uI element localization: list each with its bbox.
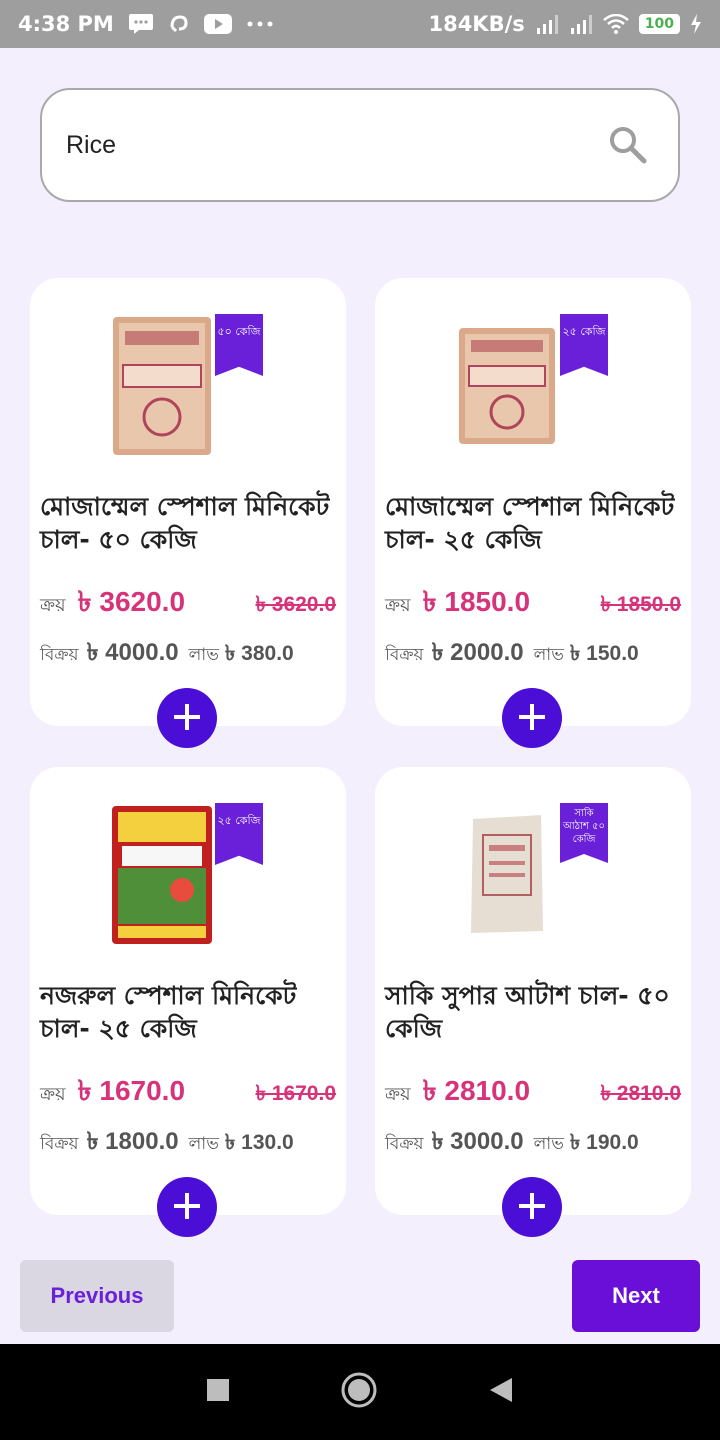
add-to-cart-button[interactable] <box>502 688 562 748</box>
weight-badge: ২৫ কেজি <box>560 314 608 376</box>
profit-value: ৳ 380.0 <box>224 642 294 665</box>
plus-icon <box>172 696 202 740</box>
product-image <box>102 801 222 949</box>
add-to-cart-button[interactable] <box>502 1177 562 1237</box>
battery-icon: 100 <box>638 14 680 34</box>
message-icon <box>128 13 154 35</box>
system-nav-bar <box>0 1344 720 1440</box>
profit-label: লাভ <box>533 1134 564 1154</box>
profit-value: ৳ 150.0 <box>569 642 639 665</box>
product-card[interactable]: ২৫ কেজি নজরুল স্পেশাল মিনিকেট চাল- ২৫ কে… <box>30 767 346 1237</box>
sell-price: ৳ 1800.0 <box>86 1128 179 1155</box>
add-to-cart-button[interactable] <box>157 688 217 748</box>
search-input[interactable] <box>66 130 608 160</box>
more-icon <box>246 20 274 28</box>
buy-row: ক্রয় ৳ 1670.0 ৳ 1670.0 <box>40 1069 336 1116</box>
previous-button[interactable]: Previous <box>20 1260 174 1332</box>
buy-row: ক্রয় ৳ 3620.0 ৳ 3620.0 <box>40 580 336 627</box>
buy-price: ৳ 3620.0 <box>77 586 186 617</box>
product-name: সাকি সুপার আটাশ চাল- ৫০ কেজি <box>385 981 670 1043</box>
old-price: ৳ 2810.0 <box>600 1082 681 1105</box>
buy-row: ক্রয় ৳ 2810.0 ৳ 2810.0 <box>385 1069 681 1116</box>
sell-label: বিক্রয় <box>40 1134 79 1154</box>
weight-badge: সাকি আঠাশ ৫০ কেজি <box>560 803 608 863</box>
profit-label: লাভ <box>188 645 219 665</box>
profit-value: ৳ 130.0 <box>224 1131 294 1154</box>
signal-icon <box>535 14 559 34</box>
product-card[interactable]: ৫০ কেজি মোজাম্মেল স্পেশাল মিনিকেট চাল- ৫… <box>30 278 346 748</box>
plus-icon <box>517 1185 547 1229</box>
recent-apps-icon[interactable] <box>206 1378 230 1406</box>
profit-value: ৳ 190.0 <box>569 1131 639 1154</box>
sell-label: বিক্রয় <box>40 645 79 665</box>
sell-label: বিক্রয় <box>385 1134 424 1154</box>
weight-badge: ৫০ কেজি <box>215 314 263 376</box>
swirl-icon <box>168 13 190 35</box>
back-icon[interactable] <box>488 1376 514 1408</box>
sell-price: ৳ 2000.0 <box>431 639 524 666</box>
search-bar[interactable] <box>40 88 680 202</box>
home-icon[interactable] <box>340 1371 378 1413</box>
product-image <box>447 312 567 460</box>
status-time: 4:38 PM <box>18 12 114 36</box>
plus-icon <box>517 696 547 740</box>
buy-label: ক্রয় <box>385 595 411 616</box>
next-button[interactable]: Next <box>572 1260 700 1332</box>
sell-label: বিক্রয় <box>385 645 424 665</box>
charging-icon <box>690 14 702 34</box>
sell-row: বিক্রয় ৳ 2000.0 লাভ ৳ 150.0 <box>385 634 681 674</box>
signal-icon <box>569 14 593 34</box>
product-name: নজরুল স্পেশাল মিনিকেট চাল- ২৫ কেজি <box>40 981 297 1043</box>
status-bar: 4:38 PM 184KB/s 100 <box>0 0 720 48</box>
product-image <box>447 801 567 949</box>
sell-price: ৳ 4000.0 <box>86 639 179 666</box>
product-image <box>102 312 222 460</box>
wifi-icon <box>602 14 629 34</box>
buy-label: ক্রয় <box>385 1084 411 1105</box>
search-icon[interactable] <box>608 125 648 165</box>
sell-row: বিক্রয় ৳ 3000.0 লাভ ৳ 190.0 <box>385 1123 681 1163</box>
weight-badge: ২৫ কেজি <box>215 803 263 865</box>
product-card[interactable]: ২৫ কেজি মোজাম্মেল স্পেশাল মিনিকেট চাল- ২… <box>375 278 691 748</box>
product-name: মোজাম্মেল স্পেশাল মিনিকেট চাল- ৫০ কেজি <box>40 492 330 554</box>
sell-row: বিক্রয় ৳ 4000.0 লাভ ৳ 380.0 <box>40 634 336 674</box>
buy-price: ৳ 1850.0 <box>422 586 531 617</box>
youtube-icon <box>203 14 232 34</box>
buy-price: ৳ 1670.0 <box>77 1075 186 1106</box>
buy-row: ক্রয় ৳ 1850.0 ৳ 1850.0 <box>385 580 681 627</box>
sell-row: বিক্রয় ৳ 1800.0 লাভ ৳ 130.0 <box>40 1123 336 1163</box>
buy-label: ক্রয় <box>40 1084 66 1105</box>
old-price: ৳ 1850.0 <box>600 593 681 616</box>
old-price: ৳ 3620.0 <box>255 593 336 616</box>
profit-label: লাভ <box>533 645 564 665</box>
add-to-cart-button[interactable] <box>157 1177 217 1237</box>
old-price: ৳ 1670.0 <box>255 1082 336 1105</box>
buy-price: ৳ 2810.0 <box>422 1075 531 1106</box>
sell-price: ৳ 3000.0 <box>431 1128 524 1155</box>
network-speed: 184KB/s <box>428 12 525 36</box>
buy-label: ক্রয় <box>40 595 66 616</box>
product-card[interactable]: সাকি আঠাশ ৫০ কেজি সাকি সুপার আটাশ চাল- ৫… <box>375 767 691 1237</box>
product-name: মোজাম্মেল স্পেশাল মিনিকেট চাল- ২৫ কেজি <box>385 492 675 554</box>
plus-icon <box>172 1185 202 1229</box>
profit-label: লাভ <box>188 1134 219 1154</box>
